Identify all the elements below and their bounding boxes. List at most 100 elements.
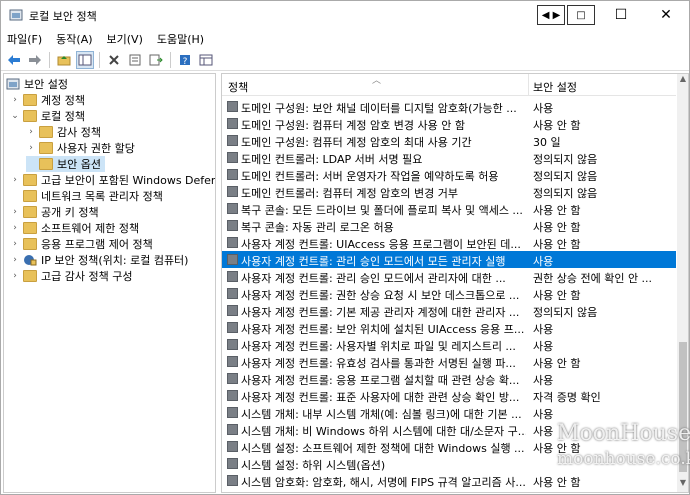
policy-setting: 사용 <box>533 255 554 268</box>
table-row[interactable]: 사용자 계정 컨트롤: 응용 프로그램 설치할 때 관련 상승 확... 사용 <box>222 370 676 387</box>
menu-action[interactable]: 동작(A) <box>54 31 94 47</box>
policy-icon <box>227 373 238 384</box>
table-row[interactable]: 시스템 개체: 내부 시스템 개체(예: 심볼 링크)에 대한 기본 ... 사용 <box>222 404 676 421</box>
table-row[interactable]: 사용자 계정 컨트롤: 권한 상승 요청 시 보안 데스크톱으로 ... 사용 안… <box>222 285 676 302</box>
policy-name: 사용자 계정 컨트롤: 응용 프로그램 설치할 때 관련 상승 확... <box>241 374 520 387</box>
policy-setting: 사용 <box>533 340 554 353</box>
column-divider[interactable] <box>528 74 529 96</box>
tree-node-ip-security[interactable]: › IP 보안 정책(위치: 로컬 컴퓨터) <box>10 252 188 268</box>
table-row[interactable]: 사용자 계정 컨트롤: 표준 사용자에 대한 관련 상승 확인 방... 자격 증… <box>222 387 676 404</box>
tree-node-public-key-policies[interactable]: › 공개 키 정책 <box>10 204 99 220</box>
table-row[interactable]: 도메인 구성원: 컴퓨터 계정 암호의 최대 사용 기간 30 일 <box>222 132 676 149</box>
tree-node-security-options[interactable]: 보안 옵션 <box>26 156 105 172</box>
table-row[interactable]: 사용자 계정 컨트롤: 기본 제공 관리자 계정에 대한 관리자 ... 정의되지… <box>222 302 676 319</box>
watermark-brand: MoonHouse <box>557 421 690 446</box>
title-bar: 로컬 보안 정책 ◀ ▶ □ ☐ ✕ <box>1 1 689 29</box>
policy-setting: 사용 <box>533 102 554 115</box>
view-icon[interactable] <box>197 51 215 69</box>
forward-icon[interactable] <box>26 51 44 69</box>
policy-setting: 사용 안 함 <box>533 238 581 251</box>
tree-node-label: IP 보안 정책(위치: 로컬 컴퓨터) <box>41 254 189 267</box>
restore-box-button[interactable]: □ <box>567 5 595 25</box>
policy-name: 시스템 개체: 비 Windows 하위 시스템에 대한 대/소문자 구... <box>241 425 526 438</box>
policy-name: 사용자 계정 컨트롤: 기본 제공 관리자 계정에 대한 관리자 ... <box>241 306 520 319</box>
tree-node-local-policies[interactable]: ⌄ 로컬 정책 <box>10 108 85 124</box>
policy-name: 시스템 암호화: 암호화, 해시, 서명에 FIPS 규격 알고리즘 사... <box>241 476 526 489</box>
properties-icon[interactable] <box>126 51 144 69</box>
policy-name: 사용자 계정 컨트롤: 표준 사용자에 대한 관련 상승 확인 방... <box>241 391 520 404</box>
tree-node-audit-policy[interactable]: › 감사 정책 <box>26 124 101 140</box>
policy-icon <box>227 356 238 367</box>
tree-node-software-restriction[interactable]: › 소프트웨어 제한 정책 <box>10 220 139 236</box>
export-icon[interactable] <box>147 51 165 69</box>
table-row[interactable]: 사용자 계정 컨트롤: 유효성 검사를 통과한 서명된 실행 파... 사용 안 … <box>222 353 676 370</box>
table-row[interactable]: 시스템 암호화: 암호화, 해시, 서명에 FIPS 규격 알고리즘 사... 사… <box>222 472 676 489</box>
policy-setting: 사용 <box>533 323 554 336</box>
table-row[interactable]: 사용자 계정 컨트롤: 관리 승인 모드에서 관리자에 대한 ... 권한 상승 … <box>222 268 676 285</box>
menu-file[interactable]: 파일(F) <box>5 31 44 47</box>
up-folder-icon[interactable] <box>55 51 73 69</box>
policy-name: 시스템 설정: 소프트웨어 제한 정책에 대한 Windows 실행 ... <box>241 442 525 455</box>
chevron-right-icon[interactable]: › <box>10 95 20 105</box>
local-security-policy-window: 로컬 보안 정책 ◀ ▶ □ ☐ ✕ 파일(F) 동작(A) 보기(V) 도움말… <box>0 0 690 495</box>
help-icon[interactable]: ? <box>176 51 194 69</box>
table-row[interactable]: 사용자 계정 컨트롤: 사용자별 위치로 파일 및 레지스트리 ... 사용 <box>222 336 676 353</box>
column-header-policy[interactable]: 정책 <box>228 79 248 95</box>
tree-node-user-rights[interactable]: › 사용자 권한 할당 <box>26 140 135 156</box>
table-row[interactable]: 복구 콘솔: 자동 관리 로그온 허용 사용 안 함 <box>222 217 676 234</box>
window-title: 로컬 보안 정책 <box>29 10 97 23</box>
menu-view[interactable]: 보기(V) <box>105 31 145 47</box>
tree-node-label: 계정 정책 <box>41 94 85 107</box>
tree-node-label: 소프트웨어 제한 정책 <box>41 222 140 235</box>
policy-name: 도메인 구성원: 컴퓨터 계정 암호의 최대 사용 기간 <box>241 136 472 149</box>
tree-node-network-list-manager[interactable]: 네트워크 목록 관리자 정책 <box>10 188 163 204</box>
chevron-down-icon[interactable]: ⌄ <box>10 111 20 121</box>
folder-lock-icon <box>39 158 53 170</box>
chevron-right-icon[interactable]: › <box>10 239 20 249</box>
policy-name: 사용자 계정 컨트롤: 권한 상승 요청 시 보안 데스크톱으로 ... <box>241 289 520 302</box>
column-header-security-setting[interactable]: 보안 설정 <box>533 79 577 95</box>
tree-node-advanced-audit[interactable]: › 고급 감사 정책 구성 <box>10 268 132 284</box>
chevron-right-icon[interactable]: › <box>10 223 20 233</box>
scroll-up-arrow-icon[interactable]: ▲ <box>677 74 688 88</box>
policy-setting: 정의되지 않음 <box>533 187 598 200</box>
chevron-right-icon[interactable]: › <box>10 255 20 265</box>
table-row[interactable]: 복구 콘솔: 모든 드라이브 및 폴더에 플로피 복사 및 액세스 ... 사용 … <box>222 200 676 217</box>
show-tree-icon[interactable] <box>76 50 94 69</box>
tree-node-label: 고급 감사 정책 구성 <box>41 270 133 283</box>
policy-setting: 30 일 <box>533 136 561 149</box>
back-icon[interactable] <box>5 51 23 69</box>
table-row[interactable]: 사용자 계정 컨트롤: 보안 위치에 설치된 UIAccess 응용 프... 사… <box>222 319 676 336</box>
menu-help[interactable]: 도움말(H) <box>155 31 206 47</box>
close-button[interactable]: ✕ <box>643 1 689 29</box>
tree-node-account-policies[interactable]: › 계정 정책 <box>10 92 85 108</box>
tree-node-label: 고급 보안이 포함된 Windows Defende <box>41 174 216 187</box>
folder-icon <box>23 94 37 106</box>
table-row[interactable]: 도메인 컨트롤러: LDAP 서버 서명 필요 정의되지 않음 <box>222 149 676 166</box>
chevron-right-icon[interactable]: › <box>10 175 20 185</box>
policy-setting: 정의되지 않음 <box>533 153 598 166</box>
tree-node-label: 사용자 권한 할당 <box>57 142 135 155</box>
scroll-down-arrow-icon[interactable]: ▼ <box>677 478 688 492</box>
tree-node-application-control[interactable]: › 응용 프로그램 제어 정책 <box>10 236 153 252</box>
table-row[interactable]: 도메인 컨트롤러: 컴퓨터 계정 암호의 변경 거부 정의되지 않음 <box>222 183 676 200</box>
policy-name: 사용자 계정 컨트롤: 관리 승인 모드에서 모든 관리자 실행 <box>241 255 506 268</box>
table-row[interactable]: 사용자 계정 컨트롤: UIAccess 응용 프로그램이 보안된 데... 사용… <box>222 234 676 251</box>
table-row[interactable]: 사용자 계정 컨트롤: 관리 승인 모드에서 모든 관리자 실행 사용 <box>222 251 676 268</box>
table-row[interactable]: 도메인 컨트롤러: 서버 운영자가 작업을 예약하도록 허용 정의되지 않음 <box>222 166 676 183</box>
chevron-right-icon[interactable]: › <box>26 143 36 153</box>
tree-node-windows-defender-firewall[interactable]: › 고급 보안이 포함된 Windows Defende <box>10 172 216 188</box>
policy-name: 사용자 계정 컨트롤: 유효성 검사를 통과한 서명된 실행 파... <box>241 357 516 370</box>
chevron-right-icon[interactable]: › <box>26 127 36 137</box>
chevron-right-icon[interactable]: › <box>10 207 20 217</box>
table-row[interactable]: 도메인 구성원: 보안 채널 데이터를 디지털 암호화(가능한 ... 사용 <box>222 98 676 115</box>
arrows-button[interactable]: ◀ ▶ <box>537 5 565 25</box>
policy-setting: 정의되지 않음 <box>533 306 598 319</box>
tree-node-security-settings[interactable]: 보안 설정 <box>6 76 68 92</box>
tree-node-label: 공개 키 정책 <box>41 206 99 219</box>
chevron-right-icon[interactable]: › <box>10 271 20 281</box>
policy-name: 사용자 계정 컨트롤: UIAccess 응용 프로그램이 보안된 데... <box>241 238 521 251</box>
delete-icon[interactable] <box>105 51 123 69</box>
table-row[interactable]: 도메인 구성원: 컴퓨터 계정 암호 변경 사용 안 함 사용 안 함 <box>222 115 676 132</box>
maximize-button[interactable]: ☐ <box>598 1 644 29</box>
